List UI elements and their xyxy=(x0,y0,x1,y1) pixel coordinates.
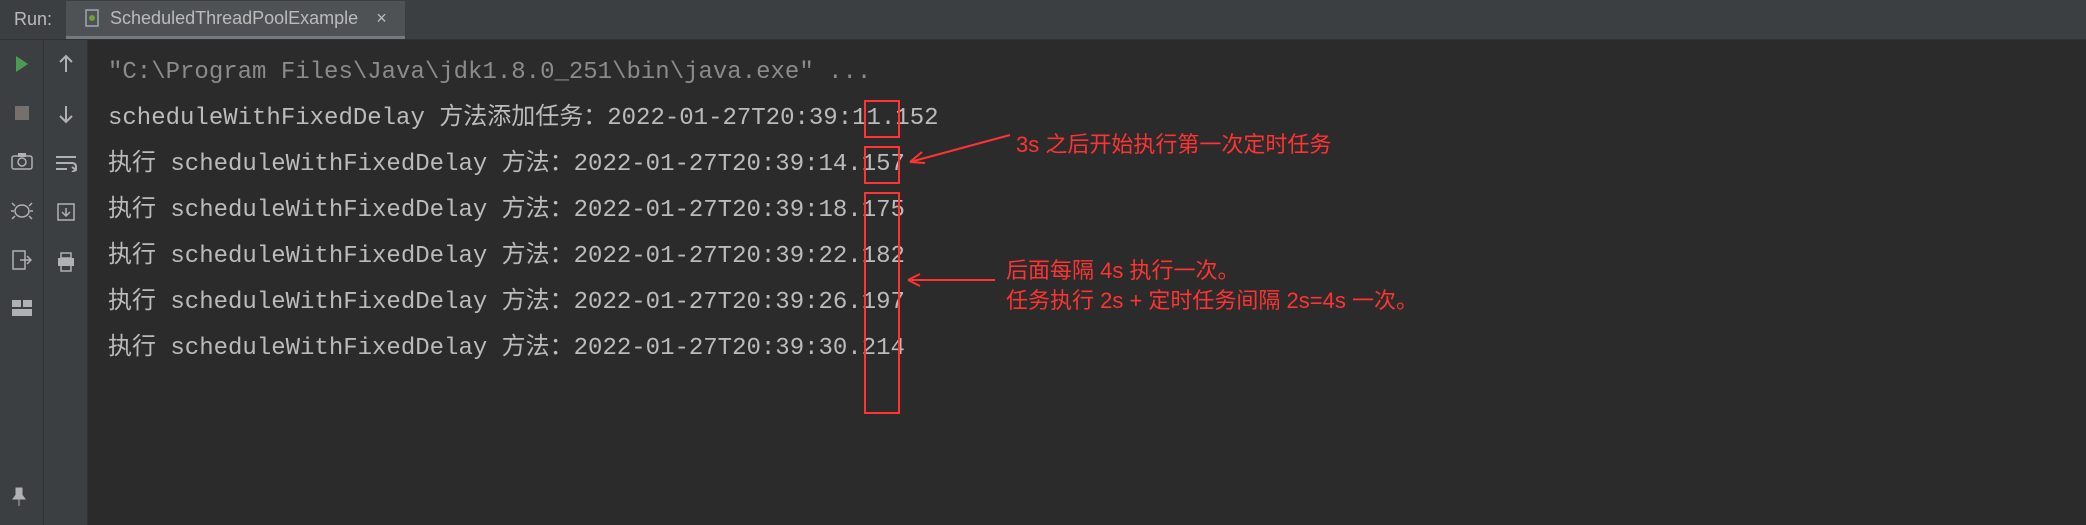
command-line: "C:\Program Files\Java\jdk1.8.0_251\bin\… xyxy=(108,50,2066,96)
play-icon[interactable] xyxy=(12,54,32,74)
run-header: Run: ScheduledThreadPoolExample × xyxy=(0,0,2086,40)
output-line: 执行 scheduleWithFixedDelay 方法：2022-01-27T… xyxy=(108,188,2066,234)
close-icon[interactable]: × xyxy=(376,8,387,29)
camera-icon[interactable] xyxy=(11,152,33,170)
up-icon[interactable] xyxy=(57,54,75,74)
layout-icon[interactable] xyxy=(12,300,32,316)
exit-icon[interactable] xyxy=(12,250,32,270)
print-icon[interactable] xyxy=(56,252,76,272)
output-line: 执行 scheduleWithFixedDelay 方法：2022-01-27T… xyxy=(108,326,2066,372)
run-label: Run: xyxy=(0,9,66,30)
down-icon[interactable] xyxy=(57,104,75,124)
pin-icon[interactable] xyxy=(10,487,28,507)
run-tab[interactable]: ScheduledThreadPoolExample × xyxy=(66,1,405,39)
stop-icon[interactable] xyxy=(13,104,31,122)
tab-name: ScheduledThreadPoolExample xyxy=(110,8,358,29)
scroll-icon[interactable] xyxy=(56,202,76,222)
left-toolbar xyxy=(0,40,44,525)
file-icon xyxy=(84,9,102,27)
annotation-text: 任务执行 2s + 定时任务间隔 2s=4s 一次。 xyxy=(1006,278,1418,324)
wrap-icon[interactable] xyxy=(55,154,77,172)
console-output[interactable]: "C:\Program Files\Java\jdk1.8.0_251\bin\… xyxy=(88,40,2086,525)
mid-toolbar xyxy=(44,40,88,525)
debug-icon[interactable] xyxy=(11,200,33,220)
annotation-text: 3s 之后开始执行第一次定时任务 xyxy=(1016,122,1331,168)
main-area: "C:\Program Files\Java\jdk1.8.0_251\bin\… xyxy=(0,40,2086,525)
